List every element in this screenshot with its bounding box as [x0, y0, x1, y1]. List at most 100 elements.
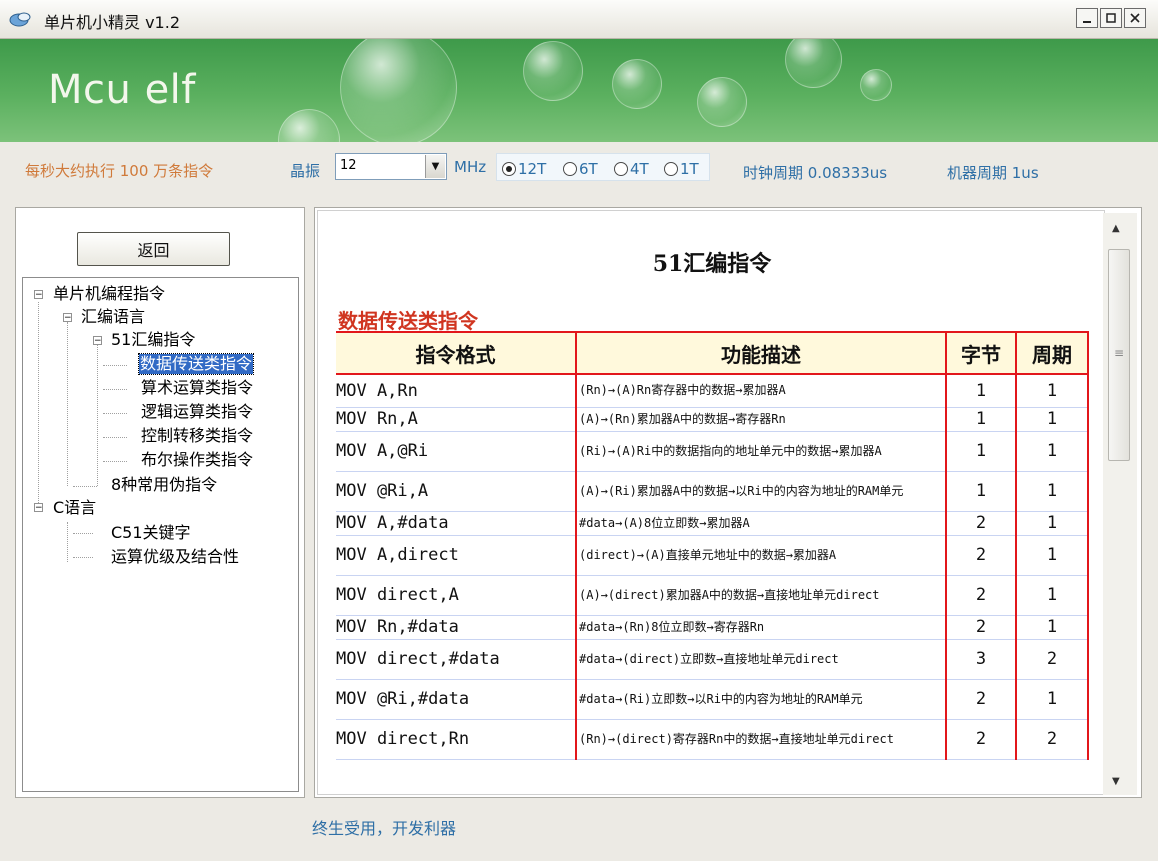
- minimize-button[interactable]: [1076, 8, 1098, 28]
- scrollbar-thumb[interactable]: ≡: [1108, 249, 1130, 461]
- tree-node-mcu-instructions[interactable]: 单片机编程指令: [53, 284, 165, 304]
- maximize-icon: [1106, 13, 1116, 23]
- radio-unselected-icon: [614, 162, 628, 176]
- table-row: MOV A,Rn (Rn)→(A)Rn寄存器中的数据→累加器A 1 1: [336, 374, 1089, 408]
- table-row: MOV Rn,#data #data→(Rn)8位立即数→寄存器Rn 2 1: [336, 615, 1089, 640]
- instruction-description: #data→(Rn)8位立即数→寄存器Rn: [576, 615, 947, 640]
- instruction-bytes: 2: [946, 679, 1017, 720]
- radio-1t-label: 1T: [680, 160, 699, 178]
- instruction-bytes: 1: [946, 431, 1017, 472]
- header-cycles: 周期: [1015, 331, 1089, 375]
- instruction-cycles: 1: [1016, 535, 1089, 576]
- crystal-frequency-select[interactable]: 12 ▼: [335, 153, 447, 180]
- table-row: MOV Rn,A (A)→(Rn)累加器A中的数据→寄存器Rn 1 1: [336, 407, 1089, 432]
- instruction-cycles: 1: [1016, 471, 1089, 512]
- instruction-format: MOV direct,Rn: [336, 719, 577, 760]
- title-bar: 单片机小精灵 v1.2: [0, 0, 1158, 39]
- tree-node-operator-precedence[interactable]: 运算优级及结合性: [111, 547, 239, 567]
- vertical-scrollbar[interactable]: ▲ ≡ ▼: [1103, 213, 1137, 795]
- table-row: MOV @Ri,A (A)→(Ri)累加器A中的数据→以Ri中的内容为地址的RA…: [336, 471, 1089, 512]
- radio-unselected-icon: [664, 162, 678, 176]
- mhz-label: MHz: [454, 158, 487, 176]
- tree-node-logic[interactable]: 逻辑运算类指令: [141, 402, 253, 422]
- instruction-cycles: 2: [1016, 639, 1089, 680]
- instruction-format: MOV A,@Ri: [336, 431, 577, 472]
- machine-period-text: 机器周期 1us: [947, 164, 1039, 182]
- header-description: 功能描述: [575, 331, 947, 375]
- instruction-format: MOV Rn,#data: [336, 615, 577, 640]
- table-row: MOV A,#data #data→(A)8位立即数→累加器A 2 1: [336, 511, 1089, 536]
- banner-bubble: [278, 109, 340, 142]
- app-icon: [9, 12, 31, 27]
- table-row: MOV direct,Rn (Rn)→(direct)寄存器Rn中的数据→直接地…: [336, 719, 1089, 760]
- crystal-dropdown-button[interactable]: ▼: [425, 155, 445, 178]
- chevron-down-icon: ▼: [431, 161, 440, 172]
- maximize-button[interactable]: [1100, 8, 1122, 28]
- instruction-bytes: 2: [946, 615, 1017, 640]
- instruction-format: MOV direct,A: [336, 575, 577, 616]
- instruction-description: #data→(A)8位立即数→累加器A: [576, 511, 947, 536]
- tree-node-pseudo-instructions[interactable]: 8种常用伪指令: [111, 475, 217, 495]
- instruction-bytes: 2: [946, 535, 1017, 576]
- minimize-icon: [1083, 21, 1091, 23]
- instruction-cycles: 1: [1016, 407, 1089, 432]
- banner-bubble: [697, 77, 747, 127]
- crystal-label: 晶振: [290, 162, 321, 180]
- banner-title: Mcu elf: [48, 67, 196, 113]
- clock-period-text: 时钟周期 0.08333us: [743, 164, 888, 182]
- instruction-description: (direct)→(A)直接单元地址中的数据→累加器A: [576, 535, 947, 576]
- tree-collapse-icon[interactable]: −: [34, 290, 43, 300]
- instruction-format: MOV @Ri,A: [336, 471, 577, 512]
- instruction-cycles: 2: [1016, 719, 1089, 760]
- tree-collapse-icon[interactable]: −: [34, 503, 43, 513]
- scroll-up-icon[interactable]: ▲: [1112, 223, 1120, 234]
- table-row: MOV A,direct (direct)→(A)直接单元地址中的数据→累加器A…: [336, 535, 1089, 576]
- footer-slogan: 终生受用，开发利器: [312, 819, 457, 838]
- tree-node-assembly[interactable]: 汇编语言: [81, 307, 145, 327]
- radio-unselected-icon: [563, 162, 577, 176]
- table-row: MOV @Ri,#data #data→(Ri)立即数→以Ri中的内容为地址的R…: [336, 679, 1089, 720]
- instruction-format: MOV A,Rn: [336, 374, 577, 408]
- instruction-bytes: 1: [946, 374, 1017, 408]
- banner-bubble: [523, 41, 583, 101]
- tree-node-51-assembly[interactable]: 51汇编指令: [111, 330, 195, 350]
- instruction-bytes: 2: [946, 511, 1017, 536]
- tree-node-boolean[interactable]: 布尔操作类指令: [141, 450, 253, 470]
- instruction-bytes: 1: [946, 407, 1017, 432]
- instruction-description: (Ri)→(A)Ri中的数据指向的地址单元中的数据→累加器A: [576, 431, 947, 472]
- radio-6t-label: 6T: [579, 160, 598, 178]
- radio-6t[interactable]: 6T: [563, 160, 598, 178]
- tree-node-control-transfer[interactable]: 控制转移类指令: [141, 426, 253, 446]
- instruction-bytes: 1: [946, 471, 1017, 512]
- scroll-down-icon[interactable]: ▼: [1112, 776, 1120, 787]
- tree-collapse-icon[interactable]: −: [63, 313, 72, 323]
- back-button[interactable]: 返回: [77, 232, 230, 266]
- execution-rate-text: 每秒大约执行 100 万条指令: [25, 162, 214, 180]
- page-title: 51汇编指令: [652, 251, 772, 277]
- radio-12t[interactable]: 12T: [502, 160, 546, 178]
- tree-collapse-icon[interactable]: −: [93, 336, 102, 346]
- instruction-format: MOV Rn,A: [336, 407, 577, 432]
- banner-bubble: [785, 39, 842, 88]
- instruction-description: (A)→(Ri)累加器A中的数据→以Ri中的内容为地址的RAM单元: [576, 471, 947, 512]
- instruction-description: (Rn)→(A)Rn寄存器中的数据→累加器A: [576, 374, 947, 408]
- tree-node-data-transfer[interactable]: 数据传送类指令: [137, 353, 255, 375]
- instruction-table: 指令格式 功能描述 字节 周期 MOV A,Rn (Rn)→(A)Rn寄存器中的…: [336, 331, 1089, 760]
- radio-4t-label: 4T: [630, 160, 649, 178]
- table-row: MOV A,@Ri (Ri)→(A)Ri中的数据指向的地址单元中的数据→累加器A…: [336, 431, 1089, 472]
- instruction-bytes: 2: [946, 575, 1017, 616]
- grip-icon: ≡: [1114, 346, 1125, 360]
- instruction-cycles: 1: [1016, 374, 1089, 408]
- instruction-cycles: 1: [1016, 431, 1089, 472]
- tree-node-arithmetic[interactable]: 算术运算类指令: [141, 378, 253, 398]
- instruction-description: (A)→(direct)累加器A中的数据→直接地址单元direct: [576, 575, 947, 616]
- tree-node-c-language[interactable]: C语言: [53, 498, 96, 518]
- header-format: 指令格式: [336, 331, 577, 375]
- content-page: 51汇编指令 数据传送类指令 指令格式 功能描述 字节 周期 MOV A,Rn: [317, 210, 1105, 795]
- instruction-cycles: 1: [1016, 615, 1089, 640]
- radio-4t[interactable]: 4T: [614, 160, 649, 178]
- close-button[interactable]: [1124, 8, 1146, 28]
- tree-node-c51-keywords[interactable]: C51关键字: [111, 523, 191, 543]
- radio-1t[interactable]: 1T: [664, 160, 699, 178]
- instruction-cycles: 1: [1016, 511, 1089, 536]
